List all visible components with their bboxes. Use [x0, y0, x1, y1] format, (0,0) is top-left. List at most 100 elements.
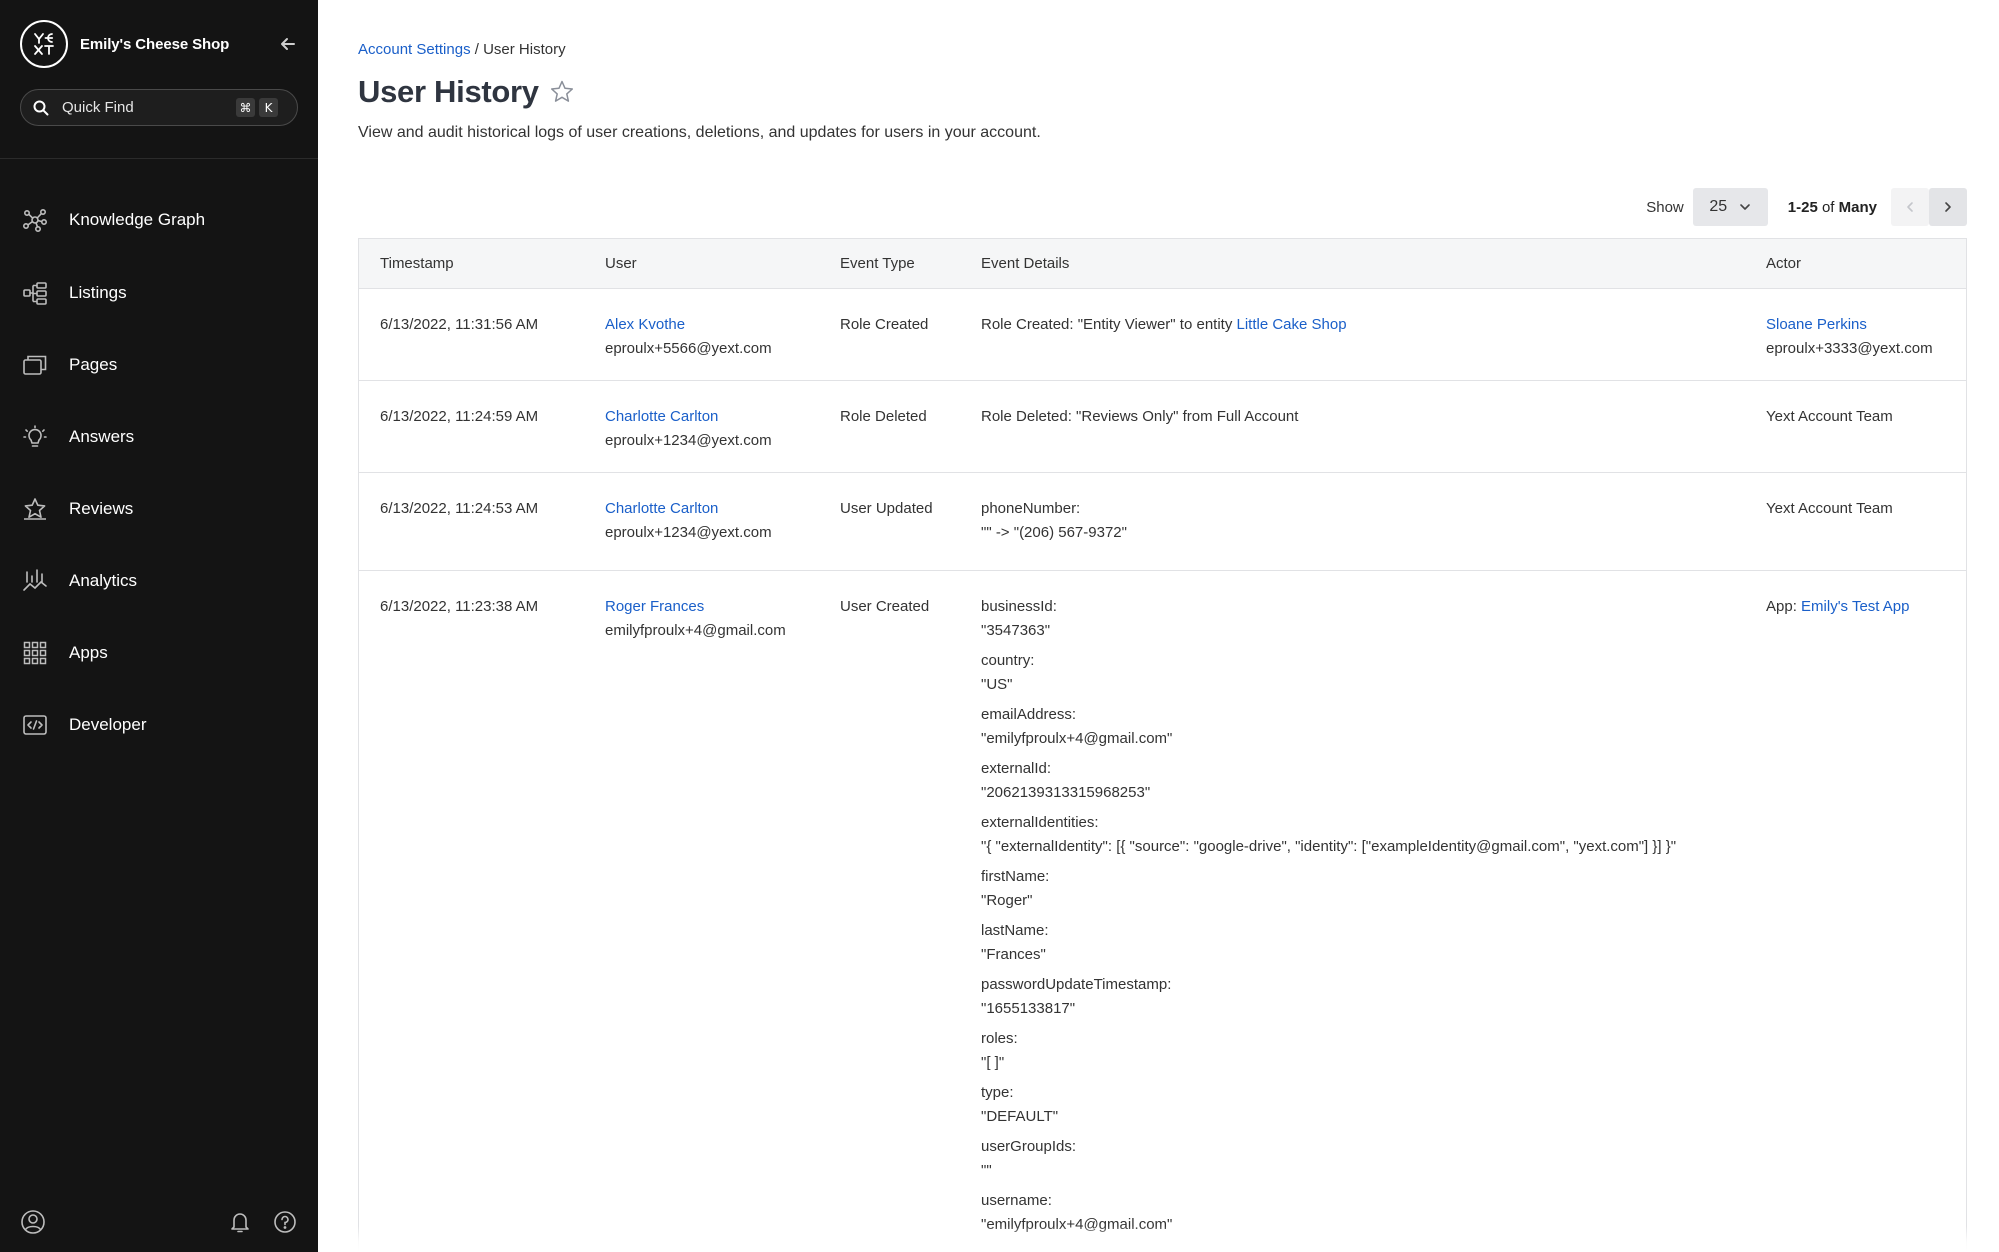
detail-value: "emilyfproulx+4@gmail.com" — [981, 730, 1173, 747]
user-link[interactable]: Charlotte Carlton — [605, 500, 718, 517]
column-header-user: User — [605, 255, 637, 272]
detail-value: "US" — [981, 676, 1013, 693]
sidebar-item-apps[interactable]: Apps — [0, 625, 318, 681]
detail-value: "{ "externalIdentity": [{ "source": "goo… — [981, 838, 1677, 855]
actor-link[interactable]: Sloane Perkins — [1766, 316, 1867, 333]
actor-cell: App: Emily's Test App — [1766, 595, 1910, 619]
quick-find[interactable]: ⌘ K — [20, 89, 298, 126]
user-email: emilyfproulx+4@gmail.com — [605, 622, 786, 639]
detail-value: "[ ]" — [981, 1054, 1005, 1071]
sidebar-item-pages[interactable]: Pages — [0, 337, 318, 393]
actor-cell: Yext Account Team — [1766, 500, 1893, 517]
column-header-event-type: Event Type — [840, 255, 915, 272]
detail-item: firstName: "Roger" — [981, 865, 1676, 913]
user-link[interactable]: Alex Kvothe — [605, 316, 685, 333]
page-subtitle: View and audit historical logs of user c… — [358, 124, 1041, 141]
breadcrumb: Account Settings / User History — [358, 41, 566, 58]
user-email: eproulx+5566@yext.com — [605, 340, 772, 357]
page-size-select[interactable]: 25 — [1692, 188, 1768, 226]
sidebar-item-label: Analytics — [69, 571, 138, 590]
user-email: eproulx+1234@yext.com — [605, 524, 772, 541]
breadcrumb-account-settings[interactable]: Account Settings — [358, 41, 471, 58]
next-page-button[interactable] — [1929, 188, 1967, 226]
detail-value: "Roger" — [981, 892, 1033, 909]
detail-item: userGroupIds: "" — [981, 1135, 1676, 1183]
detail-item: passwordUpdateTimestamp: "1655133817" — [981, 973, 1676, 1021]
detail-value: "2062139313315968253" — [981, 784, 1151, 801]
pagination: Show 25 1-25 of Many — [1646, 188, 1967, 226]
main-content: Account Settings / User History User His… — [358, 0, 1968, 1252]
table-row: 6/13/2022, 11:24:59 AM Charlotte Carlton… — [359, 381, 1966, 473]
chevron-right-icon — [1945, 202, 1951, 212]
detail-item: roles: "[ ]" — [981, 1027, 1676, 1075]
event-type-cell: Role Created — [840, 316, 929, 333]
sidebar-item-label: Developer — [69, 715, 147, 734]
table-row: 6/13/2022, 11:24:53 AM Charlotte Carlton… — [359, 473, 1966, 571]
page-header: User History — [358, 74, 577, 110]
detail-key: username: — [981, 1192, 1052, 1209]
detail-key: userGroupIds: — [981, 1138, 1077, 1155]
brand-header: Emily's Cheese Shop — [20, 20, 300, 68]
table-row: 6/13/2022, 11:23:38 AM Roger Frances emi… — [359, 571, 1966, 1252]
listings-icon — [22, 280, 48, 306]
collapse-sidebar-icon[interactable] — [276, 32, 300, 56]
shortcut-key-cmd: ⌘ — [236, 98, 255, 117]
quick-find-input[interactable] — [62, 99, 232, 116]
actor-cell: Sloane Perkins eproulx+3333@yext.com — [1766, 313, 1933, 361]
sidebar-item-analytics[interactable]: Analytics — [0, 553, 318, 609]
sidebar-item-answers[interactable]: Answers — [0, 409, 318, 465]
event-details-cell: Role Created: "Entity Viewer" to entity … — [981, 313, 1347, 337]
help-icon[interactable] — [271, 1208, 299, 1236]
sidebar-item-label: Answers — [69, 427, 135, 446]
bell-icon[interactable] — [226, 1208, 254, 1236]
column-header-timestamp: Timestamp — [380, 255, 454, 272]
user-link[interactable]: Roger Frances — [605, 598, 704, 615]
breadcrumb-current: User History — [483, 41, 566, 58]
favorite-star-icon[interactable] — [549, 78, 577, 106]
event-details-cell: Role Deleted: "Reviews Only" from Full A… — [981, 408, 1299, 425]
event-type-cell: User Updated — [840, 500, 933, 517]
table-header: Timestamp User Event Type Event Details … — [359, 239, 1966, 289]
entity-link[interactable]: Little Cake Shop — [1237, 316, 1347, 333]
user-cell: Charlotte Carlton eproulx+1234@yext.com — [605, 405, 772, 453]
detail-key: country: — [981, 652, 1035, 669]
page-title: User History — [358, 74, 539, 109]
detail-key: passwordUpdateTimestamp: — [981, 976, 1172, 993]
code-icon — [22, 712, 48, 738]
detail-key: firstName: — [981, 868, 1050, 885]
event-details-text: Role Created: "Entity Viewer" to entity — [981, 316, 1237, 333]
detail-key: externalId: — [981, 760, 1052, 777]
actor-app-link[interactable]: Emily's Test App — [1801, 598, 1909, 615]
sidebar-item-reviews[interactable]: Reviews — [0, 481, 318, 537]
sidebar-divider — [0, 158, 318, 159]
detail-key: emailAddress: — [981, 706, 1077, 723]
chevron-down-icon — [1739, 201, 1751, 213]
sidebar-item-listings[interactable]: Listings — [0, 265, 318, 321]
detail-item: externalIdentities: "{ "externalIdentity"… — [981, 811, 1676, 859]
sidebar-item-developer[interactable]: Developer — [0, 697, 318, 753]
sidebar-item-label: Reviews — [69, 499, 134, 518]
column-header-event-details: Event Details — [981, 255, 1070, 272]
page-size-value: 25 — [1709, 198, 1728, 215]
sidebar-item-knowledge-graph[interactable]: Knowledge Graph — [0, 192, 318, 248]
detail-item: lastName: "Frances" — [981, 919, 1676, 967]
analytics-icon — [22, 568, 48, 594]
detail-value: "3547363" — [981, 622, 1051, 639]
star-icon — [22, 496, 48, 522]
detail-key: phoneNumber: — [981, 500, 1081, 517]
user-account-icon[interactable] — [19, 1208, 47, 1236]
user-link[interactable]: Charlotte Carlton — [605, 408, 718, 425]
column-header-actor: Actor — [1766, 255, 1802, 272]
shortcut-key-k: K — [259, 98, 278, 117]
timestamp-cell: 6/13/2022, 11:23:38 AM — [380, 598, 539, 615]
yext-logo-icon[interactable] — [20, 20, 68, 68]
event-type-cell: User Created — [840, 598, 930, 615]
previous-page-button[interactable] — [1891, 188, 1929, 226]
knowledge-graph-icon — [22, 207, 48, 233]
detail-key: businessId: — [981, 598, 1057, 615]
user-cell: Roger Frances emilyfproulx+4@gmail.com — [605, 595, 786, 643]
detail-key: roles: — [981, 1030, 1018, 1047]
detail-item: businessId: "3547363" — [981, 595, 1676, 643]
user-cell: Alex Kvothe eproulx+5566@yext.com — [605, 313, 772, 361]
chevron-left-icon — [1907, 202, 1913, 212]
